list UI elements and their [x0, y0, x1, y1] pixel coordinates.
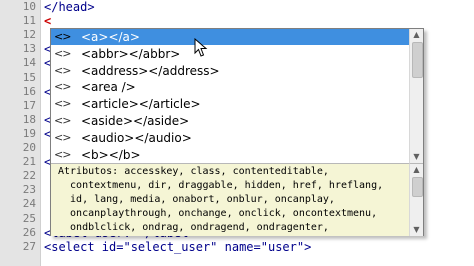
autocomplete-popup[interactable]: <> <a></a> <> <abbr></abbr> <> <address></add… — [50, 28, 424, 236]
completion-item-label: <address></address> — [81, 63, 220, 78]
line-number: 14 — [22, 56, 36, 70]
line-number: 20 — [22, 141, 36, 154]
completion-list[interactable]: <> <a></a> <> <abbr></abbr> <> <address></add… — [51, 29, 409, 163]
line-number: 19 — [22, 126, 36, 140]
completion-item-label: <abbr></abbr> — [81, 46, 181, 61]
completion-item[interactable]: <> <a></a> — [51, 29, 409, 45]
documentation-line: Atributos: accesskey, class, contentedit… — [58, 166, 329, 177]
line-text[interactable]: < — [44, 14, 51, 28]
scroll-down-arrow-icon[interactable]: ▼ — [410, 151, 423, 163]
line-number: 23 — [22, 183, 36, 197]
html-tag-icon: <> — [54, 46, 71, 60]
html-tag-icon: <> — [54, 114, 71, 127]
code-line[interactable]: 10 </head> — [0, 0, 474, 14]
line-number: 16 — [22, 84, 36, 98]
line-number: 10 — [22, 0, 36, 13]
html-tag-icon: <> — [54, 130, 71, 144]
html-tag-icon: <> — [54, 63, 71, 77]
documentation-line: ondblclick, ondrag, ondragend, ondragent… — [58, 222, 329, 233]
line-number: 15 — [22, 70, 36, 84]
completion-item[interactable]: <> <audio></audio> — [51, 130, 409, 146]
documentation-text: Atributos: accesskey, class, contentedit… — [58, 165, 408, 235]
line-text[interactable]: </head> — [44, 0, 95, 14]
completion-item[interactable]: <> <abbr></abbr> — [51, 46, 409, 62]
completion-item[interactable]: <> <address></address> — [51, 63, 409, 79]
completion-item[interactable]: <> <area /> — [51, 79, 409, 95]
completion-item[interactable]: <> <aside></aside> — [51, 113, 409, 129]
scroll-up-arrow-icon[interactable]: ▲ — [410, 29, 423, 41]
completion-item-label: <b></b> — [81, 147, 141, 162]
line-number: 22 — [22, 169, 36, 183]
documentation-scrollbar[interactable]: ▲ ▼ — [409, 163, 423, 236]
code-line[interactable]: 11 < — [0, 14, 474, 28]
doc-scroll-down-arrow-icon[interactable]: ▼ — [410, 224, 423, 236]
mouse-pointer-icon — [194, 38, 208, 57]
line-number: 11 — [22, 14, 36, 28]
line-number: 25 — [22, 211, 36, 225]
completion-item-label: <article></article> — [81, 97, 201, 112]
line-number: 18 — [22, 112, 36, 126]
line-number: 17 — [22, 98, 36, 112]
line-number: 12 — [22, 28, 36, 42]
line-number: 26 — [22, 225, 36, 239]
line-number: 24 — [22, 197, 36, 211]
line-text[interactable]: <select id="select_user" name="user"> — [44, 240, 311, 254]
doc-scroll-thumb[interactable] — [412, 177, 423, 197]
completion-list-scrollbar[interactable]: ▲ ▼ — [409, 29, 423, 163]
doc-scroll-up-arrow-icon[interactable]: ▲ — [410, 164, 423, 176]
documentation-line: contextmenu, dir, draggable, hidden, hre… — [58, 180, 384, 191]
line-number: 27 — [22, 239, 36, 253]
html-tag-icon: <> — [54, 80, 71, 94]
html-tag-icon: <> — [54, 97, 71, 111]
scroll-thumb[interactable] — [412, 42, 423, 78]
completion-item-label: <aside></aside> — [81, 114, 190, 128]
completion-item[interactable]: <> <article></article> — [51, 96, 409, 112]
completion-item-label: <a></a> — [81, 30, 140, 44]
html-tag-icon: <> — [54, 30, 71, 43]
documentation-line: oncanplaythrough, onchange, onclick, onc… — [58, 208, 378, 219]
line-number: 13 — [22, 42, 36, 56]
completion-item[interactable]: <> <b></b> — [51, 147, 409, 163]
completion-item-label: <area /> — [81, 80, 136, 95]
documentation-line: id, lang, media, onabort, onblur, oncanp… — [58, 194, 335, 205]
line-number: 21 — [22, 155, 36, 169]
completion-item-label: <audio></audio> — [81, 130, 192, 145]
html-tag-icon: <> — [54, 147, 71, 161]
code-line[interactable]: 27 <select id="select_user" name="user"> — [0, 240, 474, 254]
documentation-panel: Atributos: accesskey, class, contentedit… — [51, 163, 409, 236]
